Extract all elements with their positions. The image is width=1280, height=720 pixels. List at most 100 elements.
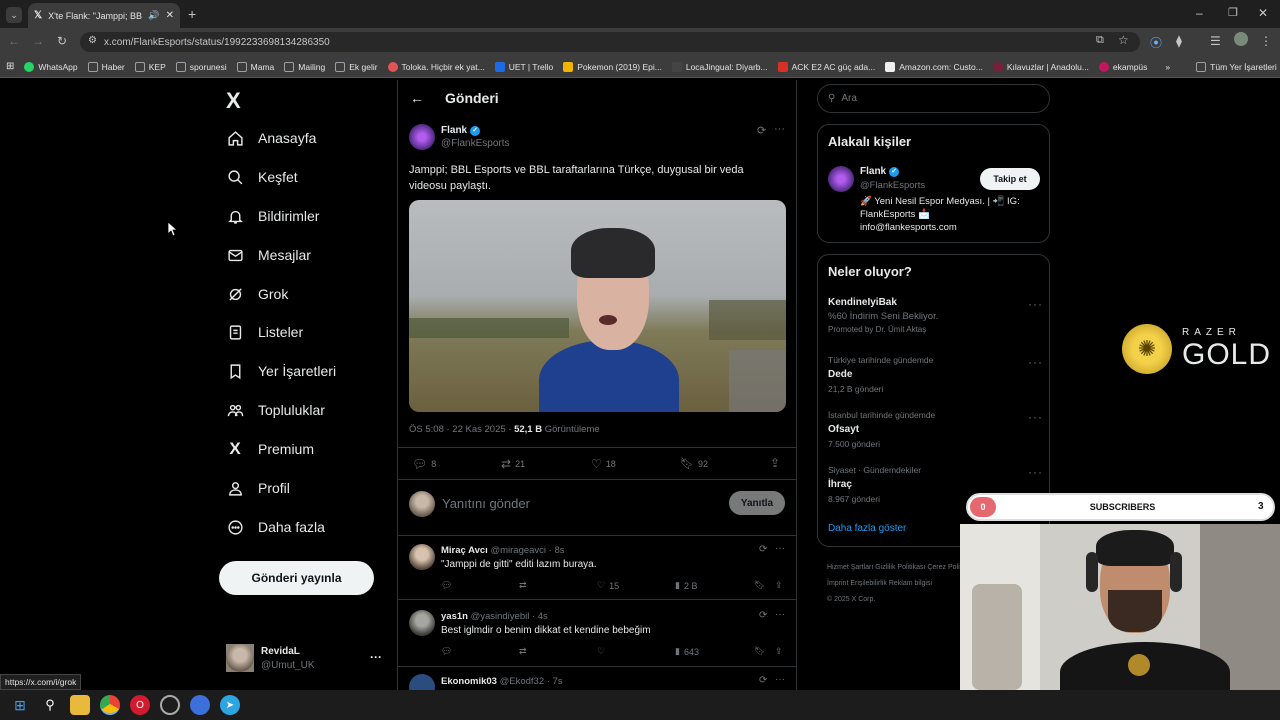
bookmark-ekampus[interactable]: ekampüs bbox=[1098, 61, 1147, 72]
forward-icon[interactable]: → bbox=[28, 34, 48, 48]
nav-item-profile[interactable]: Profil bbox=[226, 479, 290, 497]
trend-more-icon[interactable]: ··· bbox=[1028, 410, 1043, 424]
bookmark-amazon[interactable]: Amazon.com: Custo... bbox=[885, 61, 983, 72]
reply-avatar[interactable] bbox=[409, 610, 435, 636]
reply-action[interactable]: 💬︎ 8 bbox=[412, 457, 436, 471]
post-author-name[interactable]: Flank bbox=[441, 125, 467, 136]
show-more-link[interactable]: Daha fazla göster bbox=[828, 523, 906, 534]
reply-reply-action[interactable]: 💬︎ bbox=[441, 580, 452, 591]
star-icon[interactable]: ☆ bbox=[1118, 33, 1129, 47]
trend-item[interactable]: KendineIyiBak %60 İndirim Seni Bekliyor.… bbox=[828, 297, 1043, 334]
reply-more-icon[interactable]: ··· bbox=[775, 543, 785, 554]
reload-icon[interactable]: ↻ bbox=[52, 34, 72, 48]
footer-links[interactable]: Hizmet Şartları Gizlilik Politikası Çere… bbox=[827, 560, 976, 608]
extension-icon[interactable]: ⦿ bbox=[1150, 34, 1162, 51]
reply-item[interactable]: yas1n @yasindiyebil · 4s Best iglmdir o … bbox=[398, 602, 796, 664]
speaker-icon[interactable]: 🔊 bbox=[148, 10, 159, 21]
reply-author-handle[interactable]: @Ekodf32 · 7s bbox=[500, 676, 563, 687]
reply-bookmark-action[interactable]: 🔖︎ bbox=[754, 580, 765, 591]
reply-avatar[interactable] bbox=[409, 544, 435, 570]
reply-avatar[interactable] bbox=[409, 674, 435, 690]
apps-icon[interactable]: ⊞ bbox=[6, 61, 14, 72]
people-name[interactable]: Flank bbox=[860, 166, 886, 177]
x-logo-icon[interactable]: X bbox=[226, 88, 241, 114]
reply-share-action[interactable]: ⇪ bbox=[775, 646, 783, 657]
bookmark-pokemon[interactable]: Pokemon (2019) Epi... bbox=[563, 61, 662, 72]
app-icon[interactable] bbox=[190, 695, 210, 715]
nav-item-grok[interactable]: Grok bbox=[226, 285, 288, 303]
nav-item-lists[interactable]: Listeler bbox=[226, 323, 303, 341]
post-video[interactable] bbox=[409, 200, 786, 412]
nav-item-explore[interactable]: Keşfet bbox=[226, 168, 298, 186]
trend-item[interactable]: Türkiye tarihinde gündemde Dede 21,2 B g… bbox=[828, 355, 1043, 394]
reply-repost-action[interactable]: ⇄ bbox=[519, 646, 527, 657]
trend-more-icon[interactable]: ··· bbox=[1028, 465, 1043, 479]
repost-action[interactable]: ⇄ 21 bbox=[501, 457, 525, 471]
account-menu-button[interactable]: ··· bbox=[370, 650, 382, 664]
media-icon[interactable]: ☰ bbox=[1210, 34, 1221, 48]
obs-icon[interactable] bbox=[160, 695, 180, 715]
maximize-button[interactable]: ❐ bbox=[1228, 6, 1238, 19]
bookmark-whatsapp[interactable]: WhatsApp bbox=[24, 61, 78, 72]
back-icon[interactable]: ← bbox=[4, 34, 24, 48]
reply-bookmark-action[interactable]: 🔖︎ bbox=[754, 646, 765, 657]
bookmark-action[interactable]: 🔖︎ 92 bbox=[680, 457, 708, 470]
reply-reply-action[interactable]: 💬︎ bbox=[441, 646, 452, 657]
search-icon[interactable]: ⚲ bbox=[40, 695, 60, 715]
bookmarks-overflow[interactable]: » bbox=[1165, 62, 1170, 72]
chrome-icon[interactable] bbox=[100, 695, 120, 715]
bookmark-kep[interactable]: KEP bbox=[134, 61, 166, 72]
reply-more-icon[interactable]: ··· bbox=[775, 674, 785, 685]
tab-close-icon[interactable]: ✕ bbox=[166, 10, 174, 21]
reply-like-action[interactable]: ♡ 15 bbox=[597, 580, 619, 591]
people-handle[interactable]: @FlankEsports bbox=[860, 180, 925, 191]
grok-action-icon[interactable]: ⟳ bbox=[759, 675, 767, 686]
grok-action-icon[interactable]: ⟳ bbox=[759, 544, 767, 555]
trend-more-icon[interactable]: ··· bbox=[1028, 297, 1043, 311]
bookmark-sporunesi[interactable]: sporunesi bbox=[175, 61, 227, 72]
reply-share-action[interactable]: ⇪ bbox=[775, 580, 783, 591]
search-box[interactable]: ⚲ Ara bbox=[817, 84, 1050, 113]
back-arrow-icon[interactable]: ← bbox=[410, 90, 424, 106]
opera-icon[interactable]: O bbox=[130, 695, 150, 715]
reply-author-name[interactable]: yas1n bbox=[441, 611, 468, 622]
bookmark-mama[interactable]: Mama bbox=[236, 61, 274, 72]
nav-item-home[interactable]: Anasayfa bbox=[226, 129, 316, 147]
reply-author-name[interactable]: Miraç Avcı bbox=[441, 545, 488, 556]
bookmark-ek-gelir[interactable]: Ek gelir bbox=[335, 61, 378, 72]
nav-item-bookmarks[interactable]: Yer İşaretleri bbox=[226, 362, 336, 380]
reply-input[interactable]: Yanıtını gönder bbox=[442, 496, 530, 511]
nav-item-notifications[interactable]: Bildirimler bbox=[226, 207, 319, 225]
windows-start-icon[interactable]: ⊞ bbox=[10, 695, 30, 715]
search-input[interactable]: Ara bbox=[841, 93, 857, 104]
post-author-handle[interactable]: @FlankEsports bbox=[441, 138, 510, 149]
share-action[interactable]: ⇪ bbox=[770, 456, 780, 470]
trend-item[interactable]: İstanbul tarihinde gündemde Ofsayt 7.500… bbox=[828, 410, 1043, 449]
new-tab-button[interactable]: + bbox=[188, 6, 196, 22]
nav-item-communities[interactable]: Topluluklar bbox=[226, 401, 325, 419]
reply-views-action[interactable]: ▮ 2 B bbox=[675, 580, 697, 591]
like-action[interactable]: ♡ 18 bbox=[591, 457, 616, 471]
reply-item[interactable]: Miraç Avcı @mirageavci · 8s "Jamppi de g… bbox=[398, 536, 796, 598]
reply-repost-action[interactable]: ⇄ bbox=[519, 580, 527, 591]
puzzle-icon[interactable]: ⧫ bbox=[1176, 34, 1182, 48]
bookmark-haber[interactable]: Haber bbox=[87, 61, 125, 72]
people-avatar[interactable] bbox=[828, 166, 854, 192]
reply-author-name[interactable]: Ekonomik03 bbox=[441, 676, 497, 687]
trend-more-icon[interactable]: ··· bbox=[1028, 355, 1043, 369]
reply-views-action[interactable]: ▮ 643 bbox=[675, 646, 699, 657]
grok-action-icon[interactable]: ⟳ bbox=[757, 124, 766, 137]
nav-item-messages[interactable]: Mesajlar bbox=[226, 246, 311, 264]
bookmark-ack[interactable]: ACK E2 AC güç ada... bbox=[777, 61, 875, 72]
site-info-icon[interactable]: ⚙ bbox=[88, 35, 97, 46]
bookmark-toloka[interactable]: Toloka. Hiçbir ek yat... bbox=[387, 61, 485, 72]
bookmark-mailing[interactable]: Mailing bbox=[284, 61, 325, 72]
minimize-button[interactable]: – bbox=[1196, 6, 1203, 20]
post-button[interactable]: Gönderi yayınla bbox=[219, 561, 374, 595]
post-avatar[interactable] bbox=[409, 124, 435, 150]
reply-submit-button[interactable]: Yanıtla bbox=[729, 491, 785, 515]
bookmark-kilavuzlar[interactable]: Kılavuzlar | Anadolu... bbox=[992, 61, 1089, 72]
post-more-icon[interactable]: ··· bbox=[774, 123, 785, 135]
menu-icon[interactable]: ⋮ bbox=[1260, 34, 1272, 48]
file-explorer-icon[interactable] bbox=[70, 695, 90, 715]
